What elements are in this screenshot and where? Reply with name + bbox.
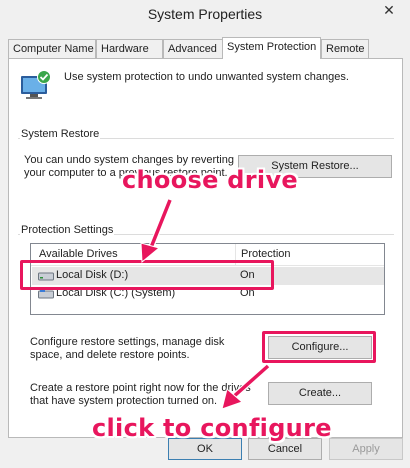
annotation-arrows (140, 198, 270, 410)
system-properties-window: System Properties ✕ Computer Name Hardwa… (0, 0, 410, 468)
annotation-click-to-configure: click to configure (92, 414, 332, 442)
tab-system-protection[interactable]: System Protection (222, 37, 321, 59)
annotation-choose-drive: choose drive (122, 166, 298, 194)
